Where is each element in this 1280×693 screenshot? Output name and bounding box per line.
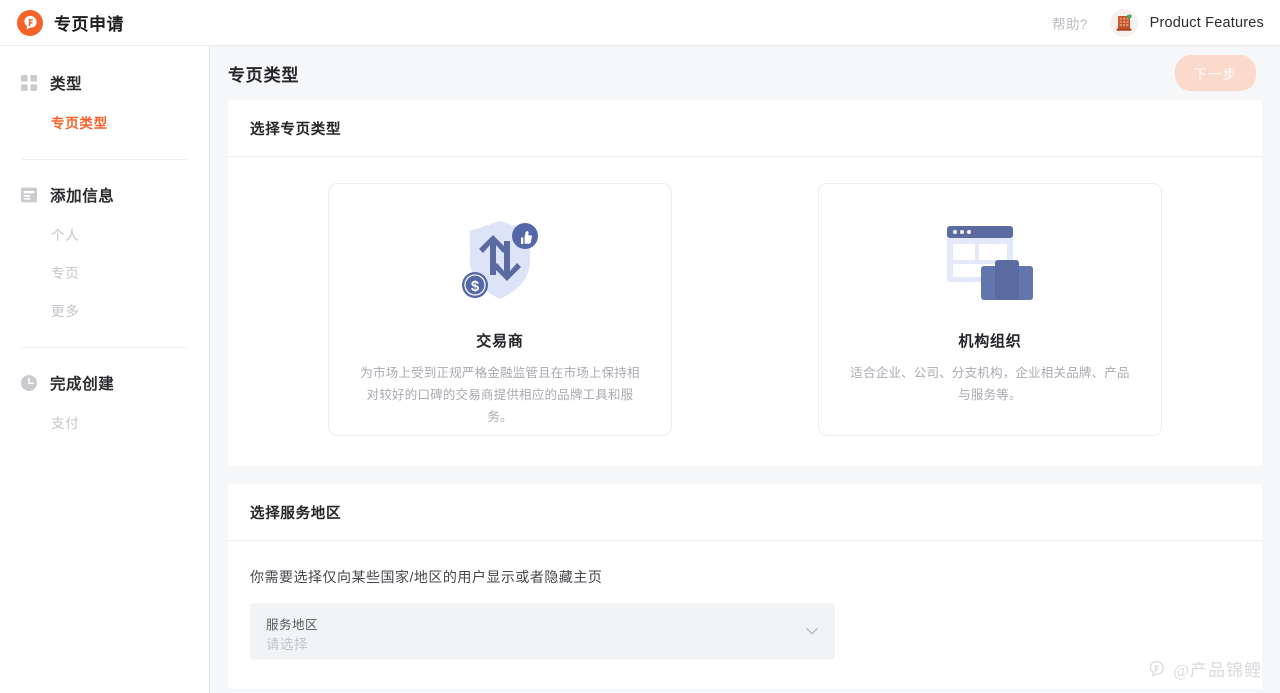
- service-region-select[interactable]: 服务地区 请选择: [250, 603, 835, 659]
- sidebar-item-page[interactable]: 专页: [0, 253, 209, 291]
- sidebar-group-type: 类型 专页类型: [0, 68, 209, 141]
- document-list-icon: [21, 187, 37, 203]
- user-menu[interactable]: Product Features: [1109, 8, 1264, 37]
- service-region-note: 你需要选择仅向某些国家/地区的用户显示或者隐藏主页: [250, 569, 603, 585]
- type-card-organization[interactable]: 机构组织 适合企业、公司、分支机构，企业相关品牌、产品与服务等。: [818, 183, 1162, 436]
- sidebar-item-add-info[interactable]: 添加信息: [0, 180, 209, 210]
- sidebar-divider: [22, 347, 187, 348]
- flamingo-f-logo-icon: [17, 9, 43, 36]
- svg-text:$: $: [471, 278, 480, 295]
- next-step-button[interactable]: 下一步: [1174, 55, 1256, 91]
- sidebar-group-label: 添加信息: [50, 188, 115, 205]
- sidebar-group-finish: 完成创建 支付: [0, 368, 209, 441]
- body: 类型 专页类型 添加信息 个人 专页 更多 完成创建 支付 专页类型 下一步 选…: [0, 46, 1280, 693]
- type-card-row: $ 交易商 为市场上受到正规严格金融监管且在市场上保持相对较好的口碑的交易商提供…: [250, 183, 1240, 436]
- page-type-panel: 选择专页类型 $ 交易商 为市场上受到正规严格金融监管且在市场上保持相对较好的口…: [228, 100, 1262, 466]
- sidebar-divider: [22, 159, 187, 160]
- sidebar-item-type[interactable]: 类型: [0, 68, 209, 98]
- sidebar-item-finish[interactable]: 完成创建: [0, 368, 209, 398]
- sidebar-item-personal[interactable]: 个人: [0, 210, 209, 253]
- grid-icon: [21, 75, 37, 91]
- building-avatar-icon: [1109, 8, 1138, 37]
- clock-icon: [21, 375, 37, 391]
- header-right: 帮助? Product Features: [1052, 8, 1264, 37]
- sidebar-item-page-type[interactable]: 专页类型: [0, 98, 209, 141]
- main-content: 专页类型 下一步 选择专页类型 $ 交易商 为市场上受到正规严格金融监管且在市场…: [210, 46, 1280, 693]
- service-region-value: 请选择: [266, 636, 308, 652]
- help-link[interactable]: 帮助?: [1052, 13, 1087, 33]
- service-region-heading: 选择服务地区: [228, 484, 1262, 541]
- panel-stack: 选择专页类型 $ 交易商 为市场上受到正规严格金融监管且在市场上保持相对较好的口…: [210, 100, 1280, 693]
- shield-exchange-icon: $: [457, 210, 543, 314]
- user-name: Product Features: [1149, 14, 1264, 31]
- sidebar-group-add-info: 添加信息 个人 专页 更多: [0, 180, 209, 329]
- browser-briefcase-icon: [943, 210, 1037, 314]
- type-card-trader[interactable]: $ 交易商 为市场上受到正规严格金融监管且在市场上保持相对较好的口碑的交易商提供…: [328, 183, 672, 436]
- type-card-description: 适合企业、公司、分支机构，企业相关品牌、产品与服务等。: [850, 366, 1130, 402]
- sidebar-group-label: 完成创建: [50, 376, 115, 393]
- type-card-name: 机构组织: [958, 333, 1022, 350]
- type-card-name: 交易商: [476, 333, 524, 350]
- sidebar-item-payment[interactable]: 支付: [0, 398, 209, 441]
- page-title: 专页类型: [228, 65, 300, 85]
- type-card-description: 为市场上受到正规严格金融监管且在市场上保持相对较好的口碑的交易商提供相应的品牌工…: [360, 366, 640, 424]
- sidebar-group-label: 类型: [50, 76, 83, 93]
- app-root: 专页申请 帮助? Product Features 类型 专页类型 添加信息 个…: [0, 0, 1280, 693]
- app-title: 专页申请: [54, 15, 124, 34]
- service-region-body: 你需要选择仅向某些国家/地区的用户显示或者隐藏主页 服务地区 请选择: [228, 541, 1262, 689]
- sidebar: 类型 专页类型 添加信息 个人 专页 更多 完成创建 支付: [0, 46, 210, 693]
- page-type-panel-body: $ 交易商 为市场上受到正规严格金融监管且在市场上保持相对较好的口碑的交易商提供…: [228, 157, 1262, 466]
- service-region-panel: 选择服务地区 你需要选择仅向某些国家/地区的用户显示或者隐藏主页 服务地区 请选…: [228, 484, 1262, 689]
- service-region-label: 服务地区: [266, 617, 319, 632]
- page-type-panel-heading: 选择专页类型: [228, 100, 1262, 157]
- app-header: 专页申请 帮助? Product Features: [0, 0, 1280, 46]
- brand[interactable]: 专页申请: [17, 9, 124, 36]
- sidebar-item-more[interactable]: 更多: [0, 291, 209, 329]
- page-header: 专页类型 下一步: [210, 46, 1280, 100]
- chevron-down-icon[interactable]: [803, 622, 821, 640]
